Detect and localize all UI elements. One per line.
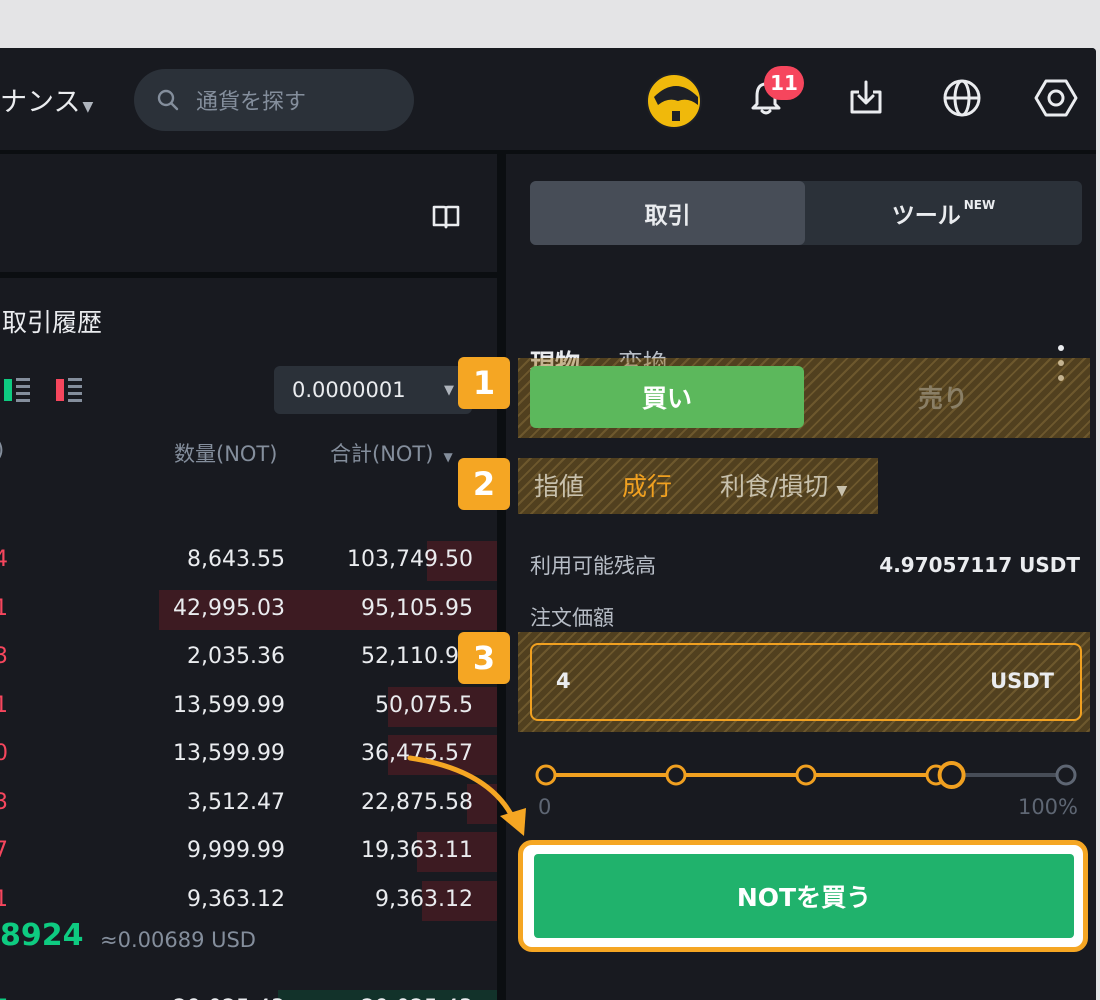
price-cell: 0 (0, 741, 8, 766)
caret-down-icon: ▼ (836, 483, 848, 499)
arrow-annotation-icon (407, 755, 526, 836)
price-cell: 3 (0, 644, 8, 669)
slider-max-label: 100% (1017, 795, 1078, 819)
total-cell: 52,110.92 (361, 644, 473, 669)
orderbook-panel: 取引履歴 0.0000001 ▼ ) 数量(NOT) 合計(NOT)▼ 4 8,64… (0, 278, 497, 1000)
brand-menu[interactable]: ナンス ▼ (0, 80, 93, 119)
amount-cell: 13,599.99 (173, 692, 285, 718)
price-cell: 7 (0, 838, 8, 863)
amount-cell: 42,995.03 (173, 595, 285, 621)
price-input-value[interactable]: 4 (556, 669, 571, 693)
total-cell: 103,749.50 (347, 547, 473, 572)
slider-tick-50[interactable] (795, 764, 817, 786)
search-icon (157, 89, 179, 111)
search-box[interactable]: 通貨を探す (134, 69, 414, 131)
globe-icon (943, 79, 981, 117)
bid-row[interactable]: 7 29,025.43 29,025.43 (0, 990, 497, 1000)
order-type-tpsl[interactable]: 利食/損切 ▼ (720, 467, 847, 503)
amount-cell: 13,599.99 (173, 741, 285, 766)
price-cell: 1 (0, 595, 8, 621)
total-cell: 9,363.12 (375, 886, 473, 912)
price-unit: USDT (990, 669, 1054, 693)
layout-buy-lines-icon (16, 378, 30, 402)
amount-cell: 8,643.55 (187, 547, 285, 572)
precision-select[interactable]: 0.0000001 ▼ (274, 366, 472, 414)
price-label: 注文価額 (530, 606, 614, 630)
download-icon (850, 80, 882, 114)
col-price: ) (0, 438, 4, 462)
settings-icon (1034, 79, 1078, 117)
buy-button[interactable]: NOTを買う (534, 854, 1074, 938)
caret-down-icon: ▼ (82, 99, 94, 115)
avatar[interactable] (646, 73, 702, 129)
book-icon[interactable] (431, 204, 461, 230)
tab-tools[interactable]: ツール NEW (805, 181, 1082, 245)
available-value: 4.97057117 USDT (879, 553, 1080, 577)
price-cell: 1 (0, 692, 8, 718)
amount-cell: 29,025.43 (173, 996, 285, 1000)
step-badge-2: 2 (458, 458, 510, 510)
price-cell: 1 (0, 886, 8, 912)
slider-thumb[interactable] (937, 761, 966, 789)
tab-trade[interactable]: 取引 (530, 181, 805, 245)
slider-tick-100[interactable] (1055, 764, 1077, 786)
price-input[interactable]: 4 USDT (530, 643, 1082, 721)
sell-tab[interactable]: 売り (806, 366, 1080, 428)
price-cell: 3 (0, 789, 8, 815)
total-cell: 50,075.5 (375, 692, 473, 718)
ask-row[interactable]: 4 8,643.55 103,749.50 (0, 541, 497, 581)
amount-slider[interactable] (530, 758, 1082, 792)
precision-value: 0.0000001 (292, 378, 406, 402)
ask-row[interactable]: 1 42,995.03 95,105.95 (0, 589, 497, 630)
amount-cell: 9,999.99 (187, 838, 285, 863)
total-cell: 95,105.95 (361, 595, 473, 621)
language-button[interactable] (940, 76, 984, 120)
ask-row[interactable]: 1 13,599.99 50,075.5 (0, 686, 497, 727)
top-bar: ナンス ▼ 通貨を探す 11 (0, 48, 1096, 150)
layout-sell-icon[interactable] (56, 379, 64, 401)
settings-button[interactable] (1034, 76, 1078, 120)
step-badge-1: 1 (458, 357, 510, 409)
ask-row[interactable]: 3 2,035.36 52,110.92 (0, 638, 497, 678)
brand-label: ナンス (0, 87, 81, 118)
slider-min-label: 0 (538, 795, 552, 819)
ask-row[interactable]: 1 9,363.12 9,363.12 (0, 880, 497, 921)
notification-badge: 11 (764, 66, 804, 100)
amount-cell: 3,512.47 (187, 789, 285, 815)
download-button[interactable] (844, 76, 888, 120)
chart-header-panel (0, 154, 497, 272)
amount-cell: 9,363.12 (187, 886, 285, 912)
available-label: 利用可能残高 (530, 554, 656, 578)
buy-tab[interactable]: 買い (530, 366, 804, 428)
amount-cell: 2,035.36 (187, 644, 285, 669)
caret-down-icon: ▼ (444, 382, 454, 398)
layout-sell-lines-icon (68, 378, 82, 402)
order-type-limit[interactable]: 指値 (534, 467, 584, 503)
step-badge-3: 3 (458, 632, 510, 684)
order-type-market[interactable]: 成行 (622, 467, 672, 503)
last-price: 8924 (0, 918, 84, 953)
last-price-usd: ≈0.00689 USD (100, 928, 256, 952)
layout-buy-icon[interactable] (4, 379, 12, 401)
avatar-face-icon (654, 86, 698, 121)
col-total[interactable]: 合計(NOT) ▼ (330, 438, 453, 468)
search-input[interactable]: 通貨を探す (196, 84, 306, 116)
slider-tick-25[interactable] (665, 764, 687, 786)
trade-history-tab[interactable]: 取引履歴 (2, 303, 102, 339)
total-cell: 29,025.43 (361, 996, 473, 1000)
new-badge: NEW (963, 198, 996, 212)
price-cell: 4 (0, 547, 8, 572)
col-amount: 数量(NOT) (174, 442, 278, 466)
price-cell: 7 (0, 996, 8, 1000)
trade-tabs: 取引 ツール NEW (530, 181, 1082, 245)
